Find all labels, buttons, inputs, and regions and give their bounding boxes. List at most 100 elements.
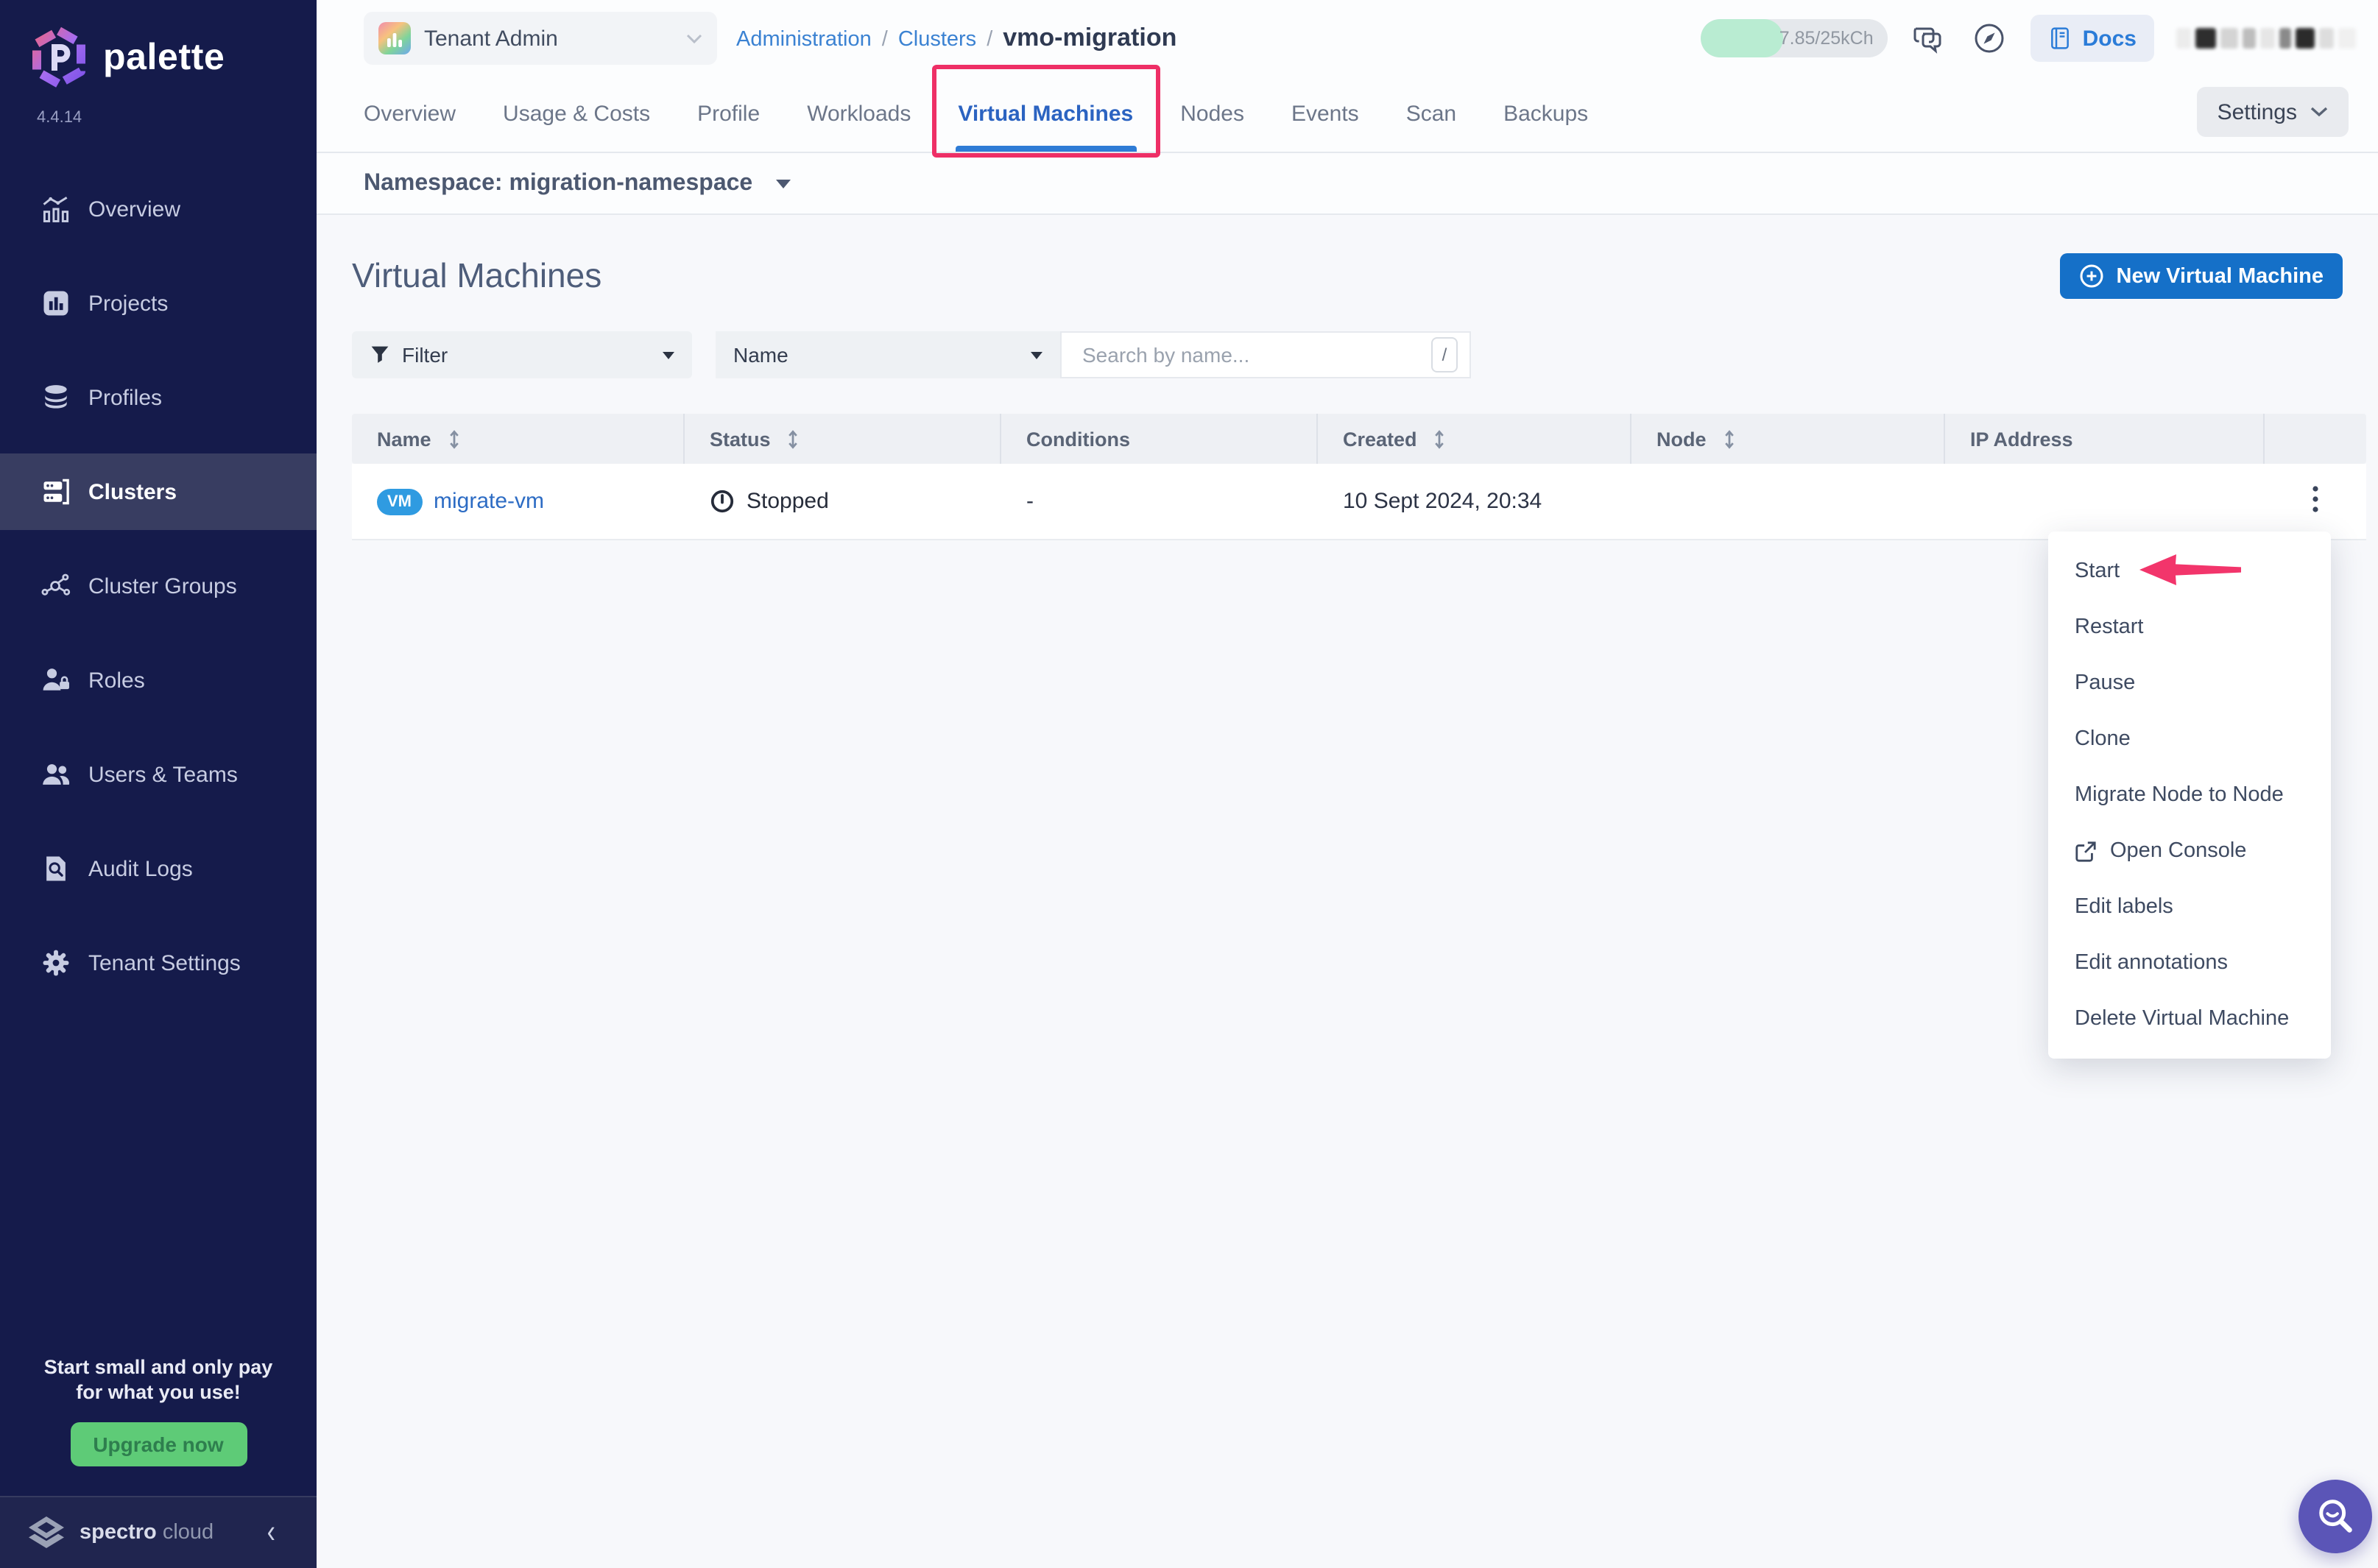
sidebar-item-audit-logs[interactable]: Audit Logs: [0, 830, 317, 907]
table-header: Name Status Conditions Created Node: [352, 414, 2366, 464]
tab-backups[interactable]: Backups: [1503, 77, 1588, 152]
tab-usage-costs[interactable]: Usage & Costs: [503, 77, 650, 152]
plus-circle-icon: [2080, 264, 2105, 289]
spectro-cloud-wordmark: spectro cloud: [80, 1521, 214, 1544]
tab-nodes[interactable]: Nodes: [1180, 77, 1244, 152]
menu-item-pause[interactable]: Pause: [2048, 655, 2331, 711]
breadcrumb-current-cluster: vmo-migration: [1003, 24, 1176, 53]
sidebar-item-overview[interactable]: Overview: [0, 171, 317, 247]
cluster-tabs: Overview Usage & Costs Profile Workloads…: [317, 77, 2378, 153]
funnel-icon: [370, 345, 390, 365]
upgrade-promo: Start small and only pay for what you us…: [0, 1355, 317, 1466]
top-bar-actions: 7.85/25kCh: [1701, 15, 2356, 62]
tab-workloads[interactable]: Workloads: [807, 77, 911, 152]
breadcrumb: Administration / Clusters / vmo-migratio…: [736, 24, 1176, 53]
floating-search-help-button[interactable]: [2298, 1480, 2372, 1553]
external-link-icon: [2075, 840, 2097, 862]
search-field-label: Name: [733, 343, 788, 367]
filter-row: Filter Name /: [352, 331, 2343, 378]
vm-status-cell: Stopped: [685, 489, 1001, 514]
column-header-ip-address: IP Address: [1945, 414, 2265, 464]
tab-events[interactable]: Events: [1291, 77, 1359, 152]
sidebar-item-profiles[interactable]: Profiles: [0, 359, 317, 436]
sidebar-nav: Overview Projects Profiles: [0, 171, 317, 1001]
sort-icon: [786, 428, 802, 450]
sidebar-item-clusters[interactable]: Clusters: [0, 453, 317, 530]
menu-item-edit-labels[interactable]: Edit labels: [2048, 879, 2331, 935]
namespace-bar: Namespace: migration-namespace: [317, 153, 2378, 215]
tab-virtual-machines[interactable]: Virtual Machines: [958, 77, 1133, 152]
menu-item-clone[interactable]: Clone: [2048, 711, 2331, 767]
brand-logo: palette: [0, 0, 317, 88]
breadcrumb-clusters[interactable]: Clusters: [898, 28, 976, 52]
top-bar: Tenant Admin Administration / Clusters /…: [317, 0, 2378, 77]
brand-name: palette: [103, 36, 225, 79]
filter-dropdown[interactable]: Filter: [352, 331, 692, 378]
book-icon: [2049, 27, 2072, 50]
sidebar-collapse-chevron-icon[interactable]: ‹: [267, 1514, 275, 1552]
tab-scan[interactable]: Scan: [1406, 77, 1456, 152]
menu-item-delete-virtual-machine[interactable]: Delete Virtual Machine: [2048, 991, 2331, 1047]
compass-icon[interactable]: [1971, 19, 2009, 57]
row-actions-kebab-icon[interactable]: [2300, 478, 2331, 525]
chat-icon[interactable]: [1910, 19, 1949, 57]
spectro-cloud-logo-icon: [27, 1513, 66, 1553]
namespace-caret-icon[interactable]: [776, 179, 791, 188]
page-title: Virtual Machines: [352, 256, 601, 296]
column-header-name[interactable]: Name: [352, 414, 685, 464]
column-header-status[interactable]: Status: [685, 414, 1001, 464]
vm-table: Name Status Conditions Created Node: [352, 414, 2366, 540]
tab-profile[interactable]: Profile: [697, 77, 760, 152]
sidebar-item-label: Cluster Groups: [88, 573, 237, 598]
sidebar-item-label: Projects: [88, 291, 168, 316]
profiles-icon: [38, 380, 74, 415]
menu-item-open-console[interactable]: Open Console: [2048, 823, 2331, 879]
column-header-node[interactable]: Node: [1631, 414, 1945, 464]
settings-button[interactable]: Settings: [2197, 87, 2349, 137]
vm-status-text: Stopped: [747, 489, 829, 514]
caret-down-icon: [1031, 351, 1042, 359]
sidebar-item-label: Profiles: [88, 385, 162, 410]
redacted-user-info: [2176, 24, 2356, 53]
power-stopped-icon: [710, 489, 735, 514]
chevron-down-icon: [686, 33, 702, 43]
breadcrumb-separator: /: [882, 28, 888, 52]
menu-item-migrate-node-to-node[interactable]: Migrate Node to Node: [2048, 767, 2331, 823]
column-header-created[interactable]: Created: [1318, 414, 1631, 464]
menu-item-edit-annotations[interactable]: Edit annotations: [2048, 935, 2331, 991]
menu-item-start[interactable]: Start: [2048, 543, 2331, 599]
promo-line-2: for what you use!: [0, 1380, 317, 1405]
tenant-scope-switcher[interactable]: Tenant Admin: [364, 12, 717, 65]
sidebar-item-cluster-groups[interactable]: Cluster Groups: [0, 548, 317, 624]
sidebar-item-tenant-settings[interactable]: Tenant Settings: [0, 925, 317, 1001]
vm-name-link[interactable]: migrate-vm: [434, 489, 544, 514]
tenant-admin-icon: [378, 22, 411, 54]
new-virtual-machine-button[interactable]: New Virtual Machine: [2061, 253, 2343, 299]
vm-badge: VM: [377, 488, 422, 515]
palette-logo-icon: [29, 27, 88, 88]
column-header-conditions: Conditions: [1001, 414, 1318, 464]
sort-icon: [1432, 428, 1448, 450]
tab-overview[interactable]: Overview: [364, 77, 456, 152]
magnifier-smile-icon: [2315, 1497, 2355, 1536]
sidebar-item-users-teams[interactable]: Users & Teams: [0, 736, 317, 813]
sidebar-item-label: Tenant Settings: [88, 950, 241, 975]
menu-item-restart[interactable]: Restart: [2048, 599, 2331, 655]
sidebar-item-projects[interactable]: Projects: [0, 265, 317, 342]
search-field-dropdown[interactable]: Name: [716, 331, 1060, 378]
users-teams-icon: [38, 757, 74, 792]
search-input[interactable]: [1079, 342, 1431, 368]
vm-actions-context-menu: Start Restart Pause Clone Migrate Node t…: [2048, 532, 2331, 1059]
breadcrumb-administration[interactable]: Administration: [736, 28, 872, 52]
upgrade-now-button[interactable]: Upgrade now: [70, 1422, 247, 1466]
sidebar: palette 4.4.14 Overview: [0, 0, 317, 1568]
sidebar-item-roles[interactable]: Roles: [0, 642, 317, 718]
filter-label: Filter: [402, 343, 448, 367]
vm-conditions-cell: -: [1001, 489, 1318, 514]
sidebar-item-label: Roles: [88, 668, 145, 693]
docs-button[interactable]: Docs: [2031, 15, 2154, 62]
app-version: 4.4.14: [37, 109, 317, 127]
usage-meter: 7.85/25kCh: [1701, 19, 1888, 57]
docs-label: Docs: [2083, 26, 2137, 51]
chevron-down-icon: [2310, 106, 2328, 118]
